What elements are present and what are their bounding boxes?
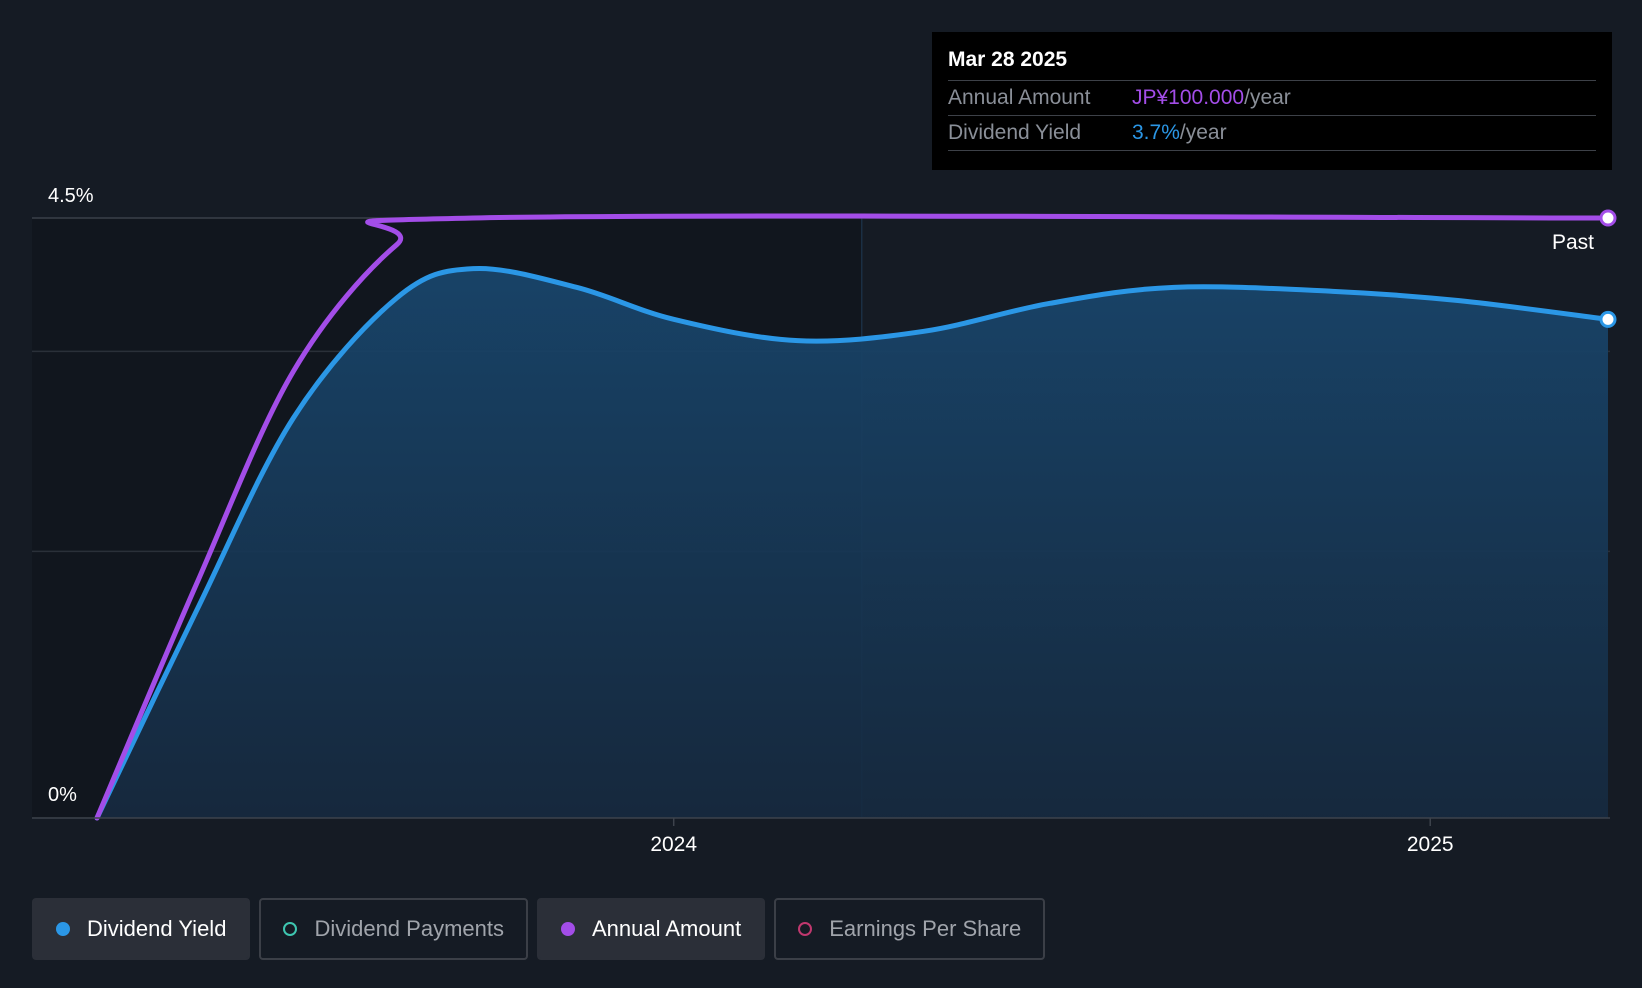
legend-ring-icon xyxy=(798,922,813,936)
tooltip-value: 3.7% xyxy=(1132,121,1180,144)
y-max-label: 4.5% xyxy=(48,185,94,207)
tooltip-label: Annual Amount xyxy=(948,86,1091,109)
legend-ring-icon xyxy=(283,922,298,936)
dividend-yield-end-point xyxy=(1599,310,1617,328)
tooltip-date: Mar 28 2025 xyxy=(948,46,1596,81)
tooltip-value: JP¥100.000 xyxy=(1132,86,1245,109)
legend-earnings-per-share-button[interactable]: Earnings Per Share xyxy=(774,898,1046,960)
legend-dividend-payments-button[interactable]: Dividend Payments xyxy=(259,898,528,960)
y-min-label: 0% xyxy=(48,784,77,806)
tooltip-unit: /year xyxy=(1179,121,1227,144)
x-tick-label: 2024 xyxy=(650,833,697,856)
legend-dot-icon xyxy=(56,922,70,936)
chart-tooltip: Mar 28 2025 Annual Amount JP¥100.000 /ye… xyxy=(932,32,1612,170)
tooltip-row-dividend-yield: Dividend Yield 3.7% /year xyxy=(948,116,1596,151)
tooltip-row-annual-amount: Annual Amount JP¥100.000 /year xyxy=(948,81,1596,116)
legend-dot-icon xyxy=(560,922,575,936)
tooltip-unit: /year xyxy=(1244,86,1291,109)
legend-label: Earnings Per Share xyxy=(829,916,1022,941)
legend-label: Dividend Payments xyxy=(314,916,504,941)
legend-annual-amount-button[interactable]: Annual Amount xyxy=(536,898,766,960)
legend-label: Annual Amount xyxy=(591,916,742,941)
legend-dividend-yield-button[interactable]: Dividend Yield xyxy=(32,898,251,960)
annual-amount-end-point xyxy=(1599,209,1617,227)
x-tick-label: 2025 xyxy=(1407,833,1454,856)
legend-label: Dividend Yield xyxy=(87,916,227,941)
tooltip-label: Dividend Yield xyxy=(948,121,1082,144)
chart-legend: Dividend Yield Dividend Payments Annual … xyxy=(32,898,1046,960)
past-label: Past xyxy=(1552,231,1594,254)
